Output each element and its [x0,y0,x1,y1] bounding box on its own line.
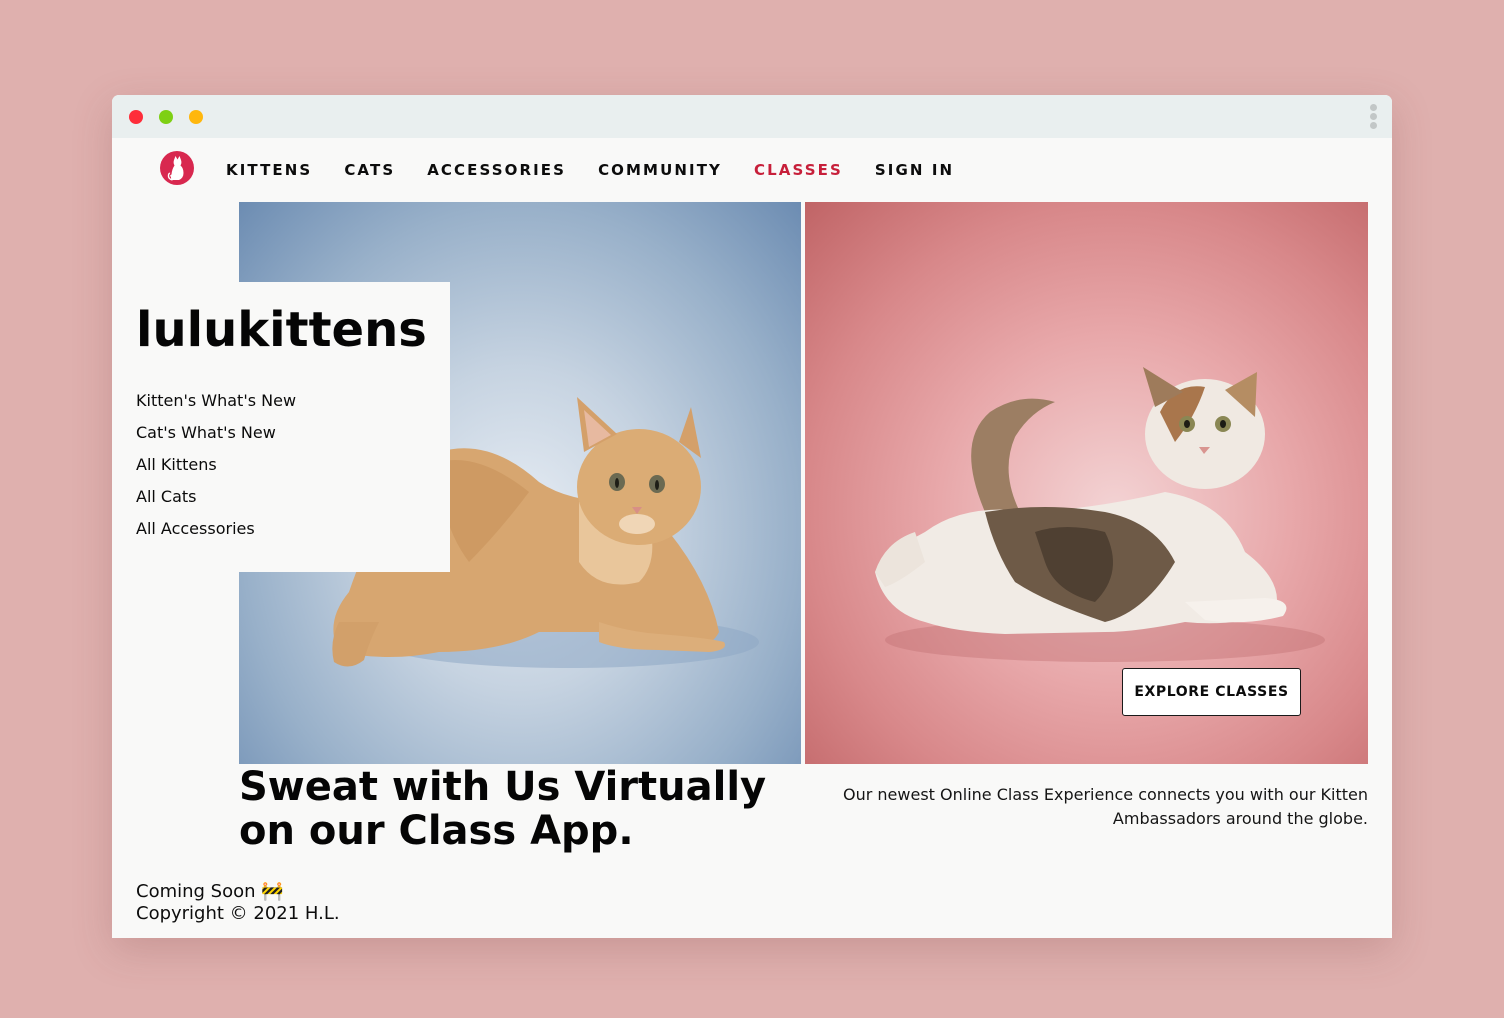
nav-item-accessories[interactable]: ACCESSORIES [427,161,566,179]
link-all-cats[interactable]: All Cats [136,488,296,520]
hero-headline: Sweat with Us Virtually on our Class App… [239,764,767,854]
hero-subcopy: Our newest Online Class Experience conne… [843,785,1368,828]
coming-soon-text: Coming Soon 🚧 [136,881,284,902]
nav-item-sign-in[interactable]: SIGN IN [875,161,954,179]
browser-window: KITTENS CATS ACCESSORIES COMMUNITY CLASS… [112,95,1392,938]
brand-card: lulukittens Kitten's What's New Cat's Wh… [112,282,450,572]
kebab-menu-icon[interactable] [1370,104,1378,130]
close-window-button[interactable] [129,110,143,124]
link-all-kittens[interactable]: All Kittens [136,456,296,488]
minimize-window-button[interactable] [189,110,203,124]
nav-item-community[interactable]: COMMUNITY [598,161,722,179]
brand-links-list: Kitten's What's New Cat's What's New All… [136,392,296,552]
explore-classes-button[interactable]: EXPLORE CLASSES [1122,668,1301,716]
nav-item-classes[interactable]: CLASSES [754,161,843,179]
link-cats-whats-new[interactable]: Cat's What's New [136,424,296,456]
maximize-window-button[interactable] [159,110,173,124]
cat-silhouette-icon [167,156,184,181]
window-titlebar [112,95,1392,138]
footer: Coming Soon 🚧 Copyright © 2021 H.L. [136,881,340,925]
copyright-text: Copyright © 2021 H.L. [136,903,340,924]
brand-title: lulukittens [136,302,427,358]
main-nav: KITTENS CATS ACCESSORIES COMMUNITY CLASS… [226,161,986,179]
nav-item-cats[interactable]: CATS [344,161,395,179]
logo-cat-silhouette-icon[interactable] [160,151,194,185]
link-kittens-whats-new[interactable]: Kitten's What's New [136,392,296,424]
nav-item-kittens[interactable]: KITTENS [226,161,312,179]
link-all-accessories[interactable]: All Accessories [136,520,296,552]
